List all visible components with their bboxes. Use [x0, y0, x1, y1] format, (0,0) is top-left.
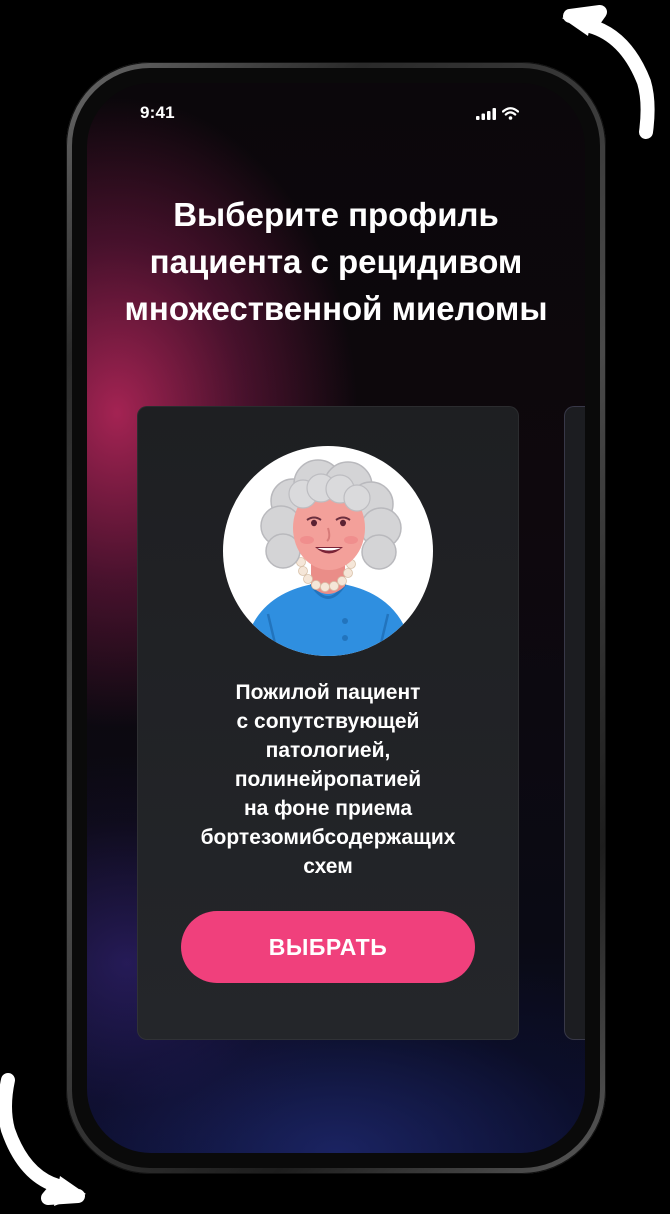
next-profile-card[interactable]: [564, 406, 585, 1040]
description-line: на фоне приема: [243, 797, 413, 820]
description-line: патологией,: [265, 739, 391, 762]
description-line: схем: [303, 855, 353, 878]
wifi-icon: [502, 107, 519, 120]
patient-profile-description: Пожилой пациент с сопутствующей патологи…: [147, 678, 509, 881]
patient-profile-card[interactable]: Пожилой пациент с сопутствующей патологи…: [137, 406, 519, 1040]
description-line: полинейропатией: [234, 768, 422, 791]
select-profile-button[interactable]: ВЫБРАТЬ: [181, 911, 475, 983]
status-icons: [476, 107, 519, 120]
description-line: бортезомибсодержащих: [200, 826, 456, 849]
elderly-patient-avatar: [223, 446, 433, 656]
description-line: Пожилой пациент: [235, 681, 421, 704]
stage: 9:41 Выберите профиль пациента с рецидив…: [0, 0, 670, 1214]
status-time: 9:41: [140, 103, 175, 122]
description-line: с сопутствующей: [236, 710, 420, 733]
elderly-woman-illustration: [243, 459, 413, 656]
signal-icon: [476, 108, 496, 120]
page-title: Выберите профиль пациента с рецидивом мн…: [124, 196, 548, 327]
phone-screen: 9:41 Выберите профиль пациента с рецидив…: [87, 83, 585, 1153]
